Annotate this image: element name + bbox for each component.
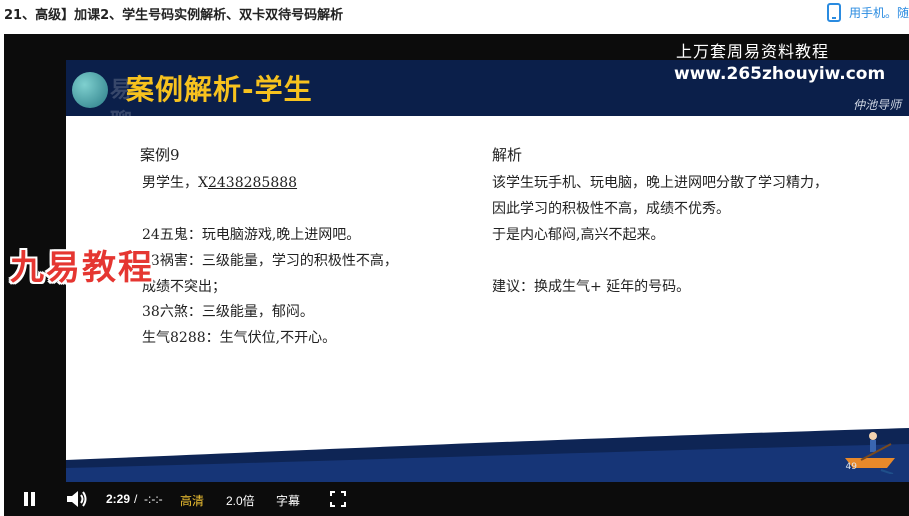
advice-line: 建议：换成生气+ 延年的号码。: [492, 279, 691, 295]
analysis-line-3: 于是内心郁闷,高兴不起来。: [492, 227, 665, 243]
analysis-line-1: 该学生玩手机、玩电脑，晚上进网吧分散了学习精力，: [492, 175, 828, 191]
case-line-1: 24五鬼：玩电脑游戏,晚上进网吧。: [142, 227, 361, 243]
slide-page-number: 49: [845, 462, 857, 472]
case-line-5: 生气8288：生气伏位,不开心。: [142, 330, 337, 346]
fullscreen-icon[interactable]: [330, 491, 346, 507]
player-controls: 2:29 / -:-:- 高清 2.0倍 字幕: [4, 482, 909, 516]
page-header: 21、高级】加课2、学生号码实例解析、双卡双待号码解析 用手机。随: [0, 0, 909, 26]
analysis-line-2: 因此学习的积极性不高，成绩不优秀。: [492, 201, 730, 217]
speed-button[interactable]: 2.0倍: [226, 492, 255, 509]
site-watermark-cn: 上万套周易资料教程: [676, 42, 830, 61]
signature: 仲池导师: [852, 98, 901, 112]
case-line-2: 43祸害：三级能量，学习的积极性不高，: [142, 253, 398, 269]
quality-button[interactable]: 高清: [180, 492, 204, 509]
case-subject-prefix: 男学生，X: [142, 175, 208, 191]
case-line-3: 成绩不突出；: [142, 279, 226, 295]
duration: -:-:-: [144, 492, 163, 506]
pause-button[interactable]: [22, 491, 38, 507]
phone-icon: [826, 2, 841, 22]
time-separator: /: [134, 492, 138, 506]
case-heading: 案例9: [140, 146, 180, 164]
page-title: 21、高级】加课2、学生号码实例解析、双卡双待号码解析: [4, 8, 344, 23]
watch-on-phone-link[interactable]: 用手机。随: [826, 2, 909, 22]
phone-number: 2438285888: [207, 175, 298, 191]
slide-title: 案例解析-学生: [126, 73, 313, 106]
site-watermark-url: www.265zhouyiw.com: [674, 64, 886, 84]
case-subject: 男学生，X2438285888: [142, 172, 297, 192]
volume-icon[interactable]: [66, 490, 88, 508]
current-time: 2:29: [106, 492, 131, 506]
watch-on-phone-label: 用手机。随: [848, 5, 909, 20]
analysis-heading: 解析: [492, 146, 523, 164]
case-line-4: 38六煞：三级能量，郁闷。: [142, 304, 314, 320]
video-player[interactable]: 易聊 案例解析-学生 仲池导师 案例9 男学生，X2438285888 24五鬼…: [4, 34, 909, 516]
subtitle-button[interactable]: 字幕: [276, 492, 300, 509]
wave-decoration: [66, 428, 909, 482]
brand-watermark: 九易教程: [10, 248, 154, 288]
presentation-slide: 易聊 案例解析-学生 仲池导师 案例9 男学生，X2438285888 24五鬼…: [66, 60, 909, 482]
